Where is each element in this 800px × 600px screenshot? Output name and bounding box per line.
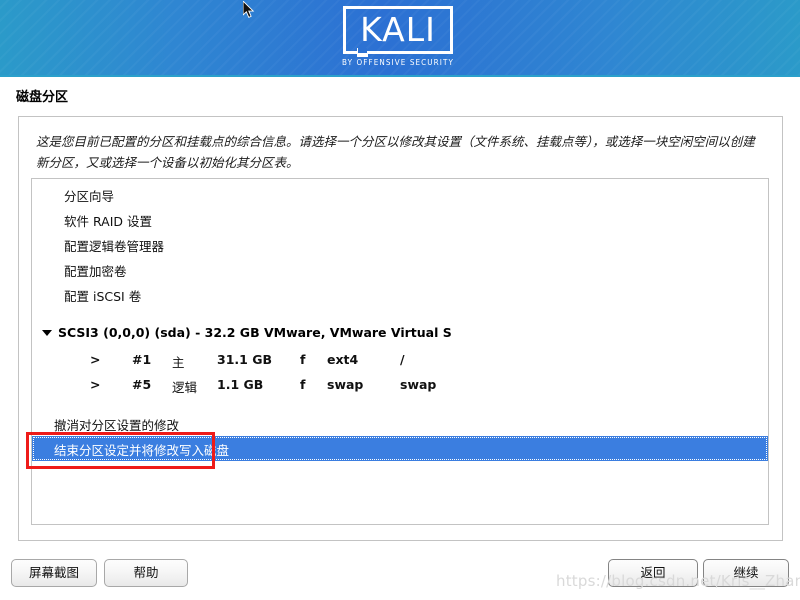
partition-list[interactable]: 分区向导 软件 RAID 设置 配置逻辑卷管理器 配置加密卷 配置 iSCSI …: [31, 178, 769, 525]
list-item-encrypted-volumes[interactable]: 配置加密卷: [32, 257, 768, 282]
kali-logo: KALI BY OFFENSIVE SECURITY: [342, 6, 457, 68]
disk-label: SCSI3 (0,0,0) (sda) - 32.2 GB VMware, VM…: [58, 325, 452, 340]
panel-description: 这是您目前已配置的分区和挂载点的综合信息。请选择一个分区以修改其设置（文件系统、…: [36, 134, 755, 170]
list-item-software-raid[interactable]: 软件 RAID 设置: [32, 207, 768, 232]
list-item-label: 配置逻辑卷管理器: [64, 239, 165, 254]
page-title: 磁盘分区: [16, 90, 69, 105]
partition-flag: f: [300, 352, 306, 367]
partition-marker: >: [90, 377, 101, 392]
partition-size: 1.1 GB: [217, 377, 264, 392]
partition-kind: 逻辑: [172, 380, 198, 395]
partition-filesystem: ext4: [327, 352, 359, 367]
kali-header-banner: KALI BY OFFENSIVE SECURITY: [0, 0, 800, 75]
banner-underline: [0, 75, 800, 77]
list-item-label: 软件 RAID 设置: [64, 214, 152, 229]
list-item-label: 撤消对分区设置的修改: [54, 418, 180, 433]
partition-panel: 这是您目前已配置的分区和挂载点的综合信息。请选择一个分区以修改其设置（文件系统、…: [18, 116, 783, 541]
back-button[interactable]: 返回: [608, 559, 698, 587]
list-item-undo-changes[interactable]: 撤消对分区设置的修改: [32, 411, 768, 436]
continue-button[interactable]: 继续: [703, 559, 789, 587]
table-row[interactable]: > #1 主 31.1 GB f ext4 /: [32, 348, 768, 373]
help-button[interactable]: 帮助: [104, 559, 188, 587]
list-item-disk-sda[interactable]: SCSI3 (0,0,0) (sda) - 32.2 GB VMware, VM…: [32, 321, 768, 346]
kali-logo-wordmark: KALI: [360, 10, 436, 49]
list-item-iscsi[interactable]: 配置 iSCSI 卷: [32, 282, 768, 307]
list-item-lvm[interactable]: 配置逻辑卷管理器: [32, 232, 768, 257]
partition-size: 31.1 GB: [217, 352, 272, 367]
partition-flag: f: [300, 377, 306, 392]
kali-logo-subtitle: BY OFFENSIVE SECURITY: [342, 58, 454, 67]
partition-number: #1: [132, 352, 152, 367]
installer-window: KALI BY OFFENSIVE SECURITY 磁盘分区 这是您目前已配置…: [0, 0, 800, 600]
partition-marker: >: [90, 352, 101, 367]
partition-mountpoint: swap: [400, 377, 437, 392]
mouse-cursor-icon: [243, 1, 255, 19]
list-item-label: 结束分区设定并将修改写入磁盘: [54, 443, 230, 458]
chevron-down-icon[interactable]: [42, 330, 52, 336]
list-item-finish-partitioning[interactable]: 结束分区设定并将修改写入磁盘: [32, 436, 768, 461]
screenshot-button[interactable]: 屏幕截图: [11, 559, 97, 587]
list-item-label: 配置加密卷: [64, 264, 127, 279]
partition-filesystem: swap: [327, 377, 364, 392]
partition-kind: 主: [172, 355, 185, 370]
table-row[interactable]: > #5 逻辑 1.1 GB f swap swap: [32, 373, 768, 398]
list-item-partition-wizard[interactable]: 分区向导: [32, 182, 768, 207]
list-item-label: 配置 iSCSI 卷: [64, 289, 142, 304]
partition-mountpoint: /: [400, 352, 405, 367]
partition-number: #5: [132, 377, 152, 392]
list-item-label: 分区向导: [64, 189, 115, 204]
